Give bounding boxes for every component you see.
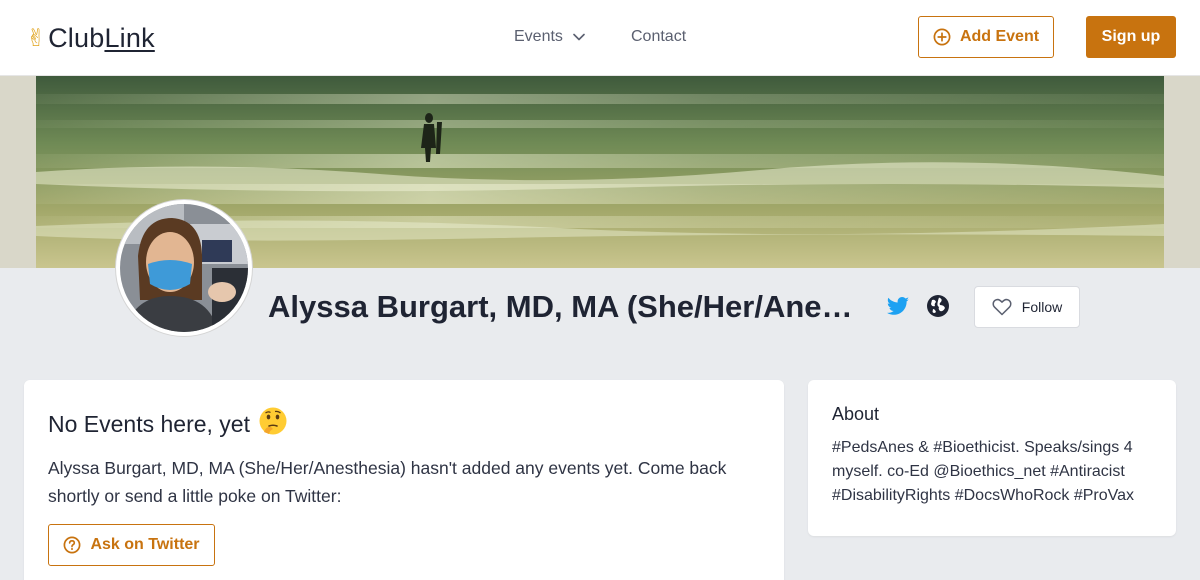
profile-avatar — [116, 200, 252, 336]
nav-events-dropdown[interactable]: Events — [514, 26, 585, 48]
add-event-label: Add Event — [959, 28, 1040, 45]
top-navbar: ✌ ClubLink Events Contact Add Event Sign… — [0, 0, 1200, 76]
thinking-face-icon — [258, 406, 288, 442]
nav-events-label: Events — [514, 28, 563, 45]
victory-hand-icon: ✌ — [26, 24, 47, 52]
twitter-icon[interactable] — [886, 294, 910, 318]
heart-icon — [992, 298, 1012, 316]
events-card-description: Alyssa Burgart, MD, MA (She/Her/Anesthes… — [48, 458, 727, 506]
globe-icon[interactable] — [926, 294, 950, 318]
sign-up-button[interactable]: Sign up — [1086, 16, 1176, 58]
events-card: No Events here, yet Alyssa Burgart, MD, … — [24, 380, 784, 580]
events-card-title: No Events here, yet — [48, 406, 288, 442]
add-event-button[interactable]: Add Event — [918, 16, 1054, 58]
follow-button[interactable]: Follow — [974, 286, 1080, 328]
follow-label: Follow — [1021, 299, 1063, 315]
about-card: About #PedsAnes & #Bioethicist. Speaks/s… — [808, 380, 1176, 536]
profile-name: Alyssa Burgart, MD, MA (She/Her/Anesthes… — [268, 289, 858, 324]
question-circle-icon — [64, 536, 81, 554]
about-card-text: #PedsAnes & #Bioethicist. Speaks/sings 4… — [832, 439, 1135, 504]
ask-on-twitter-label: Ask on Twitter — [90, 536, 200, 553]
plus-circle-icon — [933, 28, 951, 46]
clublink-logo[interactable]: ✌ ClubLink — [26, 20, 155, 56]
chevron-down-icon — [573, 33, 585, 41]
about-card-title: About — [832, 404, 880, 424]
nav-contact-link[interactable]: Contact — [631, 26, 686, 48]
logo-wordmark: ClubLink — [48, 22, 155, 53]
ask-on-twitter-button[interactable]: Ask on Twitter — [48, 524, 215, 566]
